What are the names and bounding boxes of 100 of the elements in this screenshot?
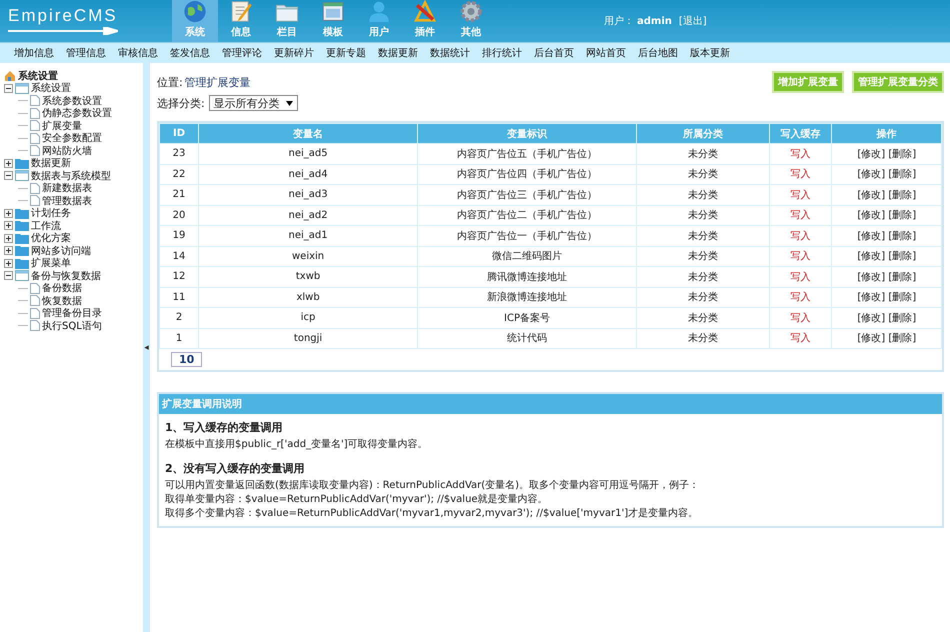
tree-item[interactable]: 备份与恢复数据 bbox=[31, 268, 101, 283]
tree-item[interactable]: 数据更新 bbox=[31, 156, 71, 170]
expand-toggle[interactable] bbox=[4, 158, 13, 168]
delete-link[interactable]: [删除] bbox=[888, 148, 916, 160]
folder-icon bbox=[15, 232, 29, 244]
expand-toggle[interactable] bbox=[4, 234, 13, 243]
table-cell: nei_ad4 bbox=[198, 164, 418, 184]
tree-item[interactable]: 数据表与系统模型 bbox=[31, 168, 111, 183]
expand-toggle[interactable] bbox=[4, 246, 13, 256]
logo: EmpireCMS bbox=[8, 6, 118, 26]
tree-item[interactable]: 系统设置 bbox=[31, 81, 71, 96]
menu-item[interactable]: 更新专题 bbox=[326, 46, 366, 60]
collapse-arrow[interactable]: ◂ bbox=[144, 342, 149, 352]
menu-item[interactable]: 后台地图 bbox=[638, 46, 678, 60]
folder-icon bbox=[15, 258, 29, 269]
help-text: 取得多个变量内容：$value=ReturnPublicAddVar('myvar1,myvar2,myvar3'); //$value['myvar1']才是变量内容。 bbox=[165, 506, 700, 520]
table-cell: 2 bbox=[160, 308, 199, 328]
breadcrumb-label: 位置: bbox=[157, 75, 183, 90]
delete-link[interactable]: [删除] bbox=[888, 333, 916, 344]
delete-link[interactable]: [删除] bbox=[888, 169, 916, 180]
menu-item[interactable]: 更新碎片 bbox=[274, 46, 314, 60]
menu-item[interactable]: 后台首页 bbox=[534, 46, 574, 60]
menu-item[interactable]: 数据更新 bbox=[378, 46, 418, 60]
tree-item[interactable]: 新建数据表 bbox=[42, 181, 92, 196]
edit-link[interactable]: [修改] bbox=[857, 333, 886, 344]
delete-link[interactable]: [删除] bbox=[888, 230, 916, 242]
page-icon bbox=[30, 308, 40, 319]
category-select[interactable]: 显示所有分类 bbox=[208, 95, 298, 111]
edit-link[interactable]: [修改] bbox=[857, 210, 886, 222]
splitter-bar[interactable]: ◂ bbox=[143, 63, 150, 632]
page-icon bbox=[30, 108, 40, 119]
page-icon bbox=[30, 132, 40, 144]
tree-item[interactable]: 执行SQL语句 bbox=[42, 318, 102, 333]
table-cell: 19 bbox=[160, 226, 199, 246]
edit-link[interactable]: [修改] bbox=[857, 251, 886, 262]
page-icon bbox=[30, 120, 40, 132]
cache-link[interactable]: 写入 bbox=[790, 169, 811, 180]
expand-toggle[interactable] bbox=[4, 271, 13, 280]
tree-item[interactable]: 管理备份目录 bbox=[42, 306, 102, 320]
table-cell: 内容页广告位二（手机广告位） bbox=[418, 205, 636, 226]
menu-item[interactable]: 版本更新 bbox=[690, 46, 730, 60]
tree-item[interactable]: 网站多访问端 bbox=[31, 244, 91, 258]
table-cell: nei_ad5 bbox=[198, 144, 418, 164]
dropdown-icon bbox=[286, 100, 293, 106]
expand-toggle[interactable] bbox=[4, 221, 13, 230]
tree-item[interactable]: 管理数据表 bbox=[42, 194, 92, 208]
cache-link[interactable]: 写入 bbox=[790, 190, 811, 201]
expand-toggle[interactable] bbox=[4, 84, 13, 93]
table-cell: nei_ad1 bbox=[198, 226, 418, 246]
tree-item[interactable]: 工作流 bbox=[31, 218, 61, 233]
delete-link[interactable]: [删除] bbox=[888, 312, 916, 324]
menu-item[interactable]: 网站首页 bbox=[586, 46, 626, 60]
menu-item[interactable]: 签发信息 bbox=[170, 46, 210, 60]
menu-item[interactable]: 排行统计 bbox=[482, 46, 522, 60]
cache-link[interactable]: 写入 bbox=[790, 272, 811, 283]
table-cell: 未分类 bbox=[636, 308, 770, 328]
expand-toggle[interactable] bbox=[4, 171, 13, 180]
cache-link[interactable]: 写入 bbox=[790, 251, 811, 262]
tree-item[interactable]: 系统参数设置 bbox=[42, 94, 102, 108]
edit-link[interactable]: [修改] bbox=[857, 169, 886, 180]
expand-toggle[interactable] bbox=[4, 208, 13, 218]
edit-link[interactable]: [修改] bbox=[857, 272, 886, 283]
menu-item[interactable]: 增加信息 bbox=[14, 46, 54, 60]
page-icon bbox=[30, 195, 40, 206]
delete-link[interactable]: [删除] bbox=[888, 272, 916, 283]
tree-item[interactable]: 扩展菜单 bbox=[31, 256, 71, 270]
cache-link[interactable]: 写入 bbox=[790, 148, 811, 160]
tree-item[interactable]: 备份数据 bbox=[42, 281, 82, 296]
delete-link[interactable]: [删除] bbox=[888, 292, 916, 304]
cache-link[interactable]: 写入 bbox=[790, 230, 811, 242]
menu-item[interactable]: 管理评论 bbox=[222, 46, 262, 60]
delete-link[interactable]: [删除] bbox=[888, 210, 916, 222]
menu-item[interactable]: 审核信息 bbox=[118, 46, 158, 60]
table-cell: nei_ad2 bbox=[198, 205, 418, 226]
edit-link[interactable]: [修改] bbox=[857, 148, 886, 160]
tree-item[interactable]: 恢复数据 bbox=[42, 294, 82, 308]
tree-item[interactable]: 网站防火墙 bbox=[42, 144, 92, 158]
expand-toggle[interactable] bbox=[4, 258, 13, 268]
table-cell: 未分类 bbox=[636, 266, 770, 287]
window-icon bbox=[15, 170, 29, 182]
cache-link[interactable]: 写入 bbox=[790, 333, 811, 344]
tree-item[interactable]: 计划任务 bbox=[31, 206, 71, 220]
edit-link[interactable]: [修改] bbox=[857, 312, 886, 324]
tree-item[interactable]: 伪静态参数设置 bbox=[42, 106, 112, 120]
table-cell: 1 bbox=[160, 328, 199, 348]
menu-item[interactable]: 管理信息 bbox=[66, 46, 106, 60]
tree-item[interactable]: 扩展变量 bbox=[42, 118, 82, 133]
delete-link[interactable]: [删除] bbox=[888, 190, 916, 201]
edit-link[interactable]: [修改] bbox=[857, 292, 886, 304]
tree-item[interactable]: 安全参数配置 bbox=[42, 131, 102, 146]
edit-link[interactable]: [修改] bbox=[857, 190, 886, 201]
edit-link[interactable]: [修改] bbox=[857, 230, 886, 242]
delete-link[interactable]: [删除] bbox=[888, 251, 916, 262]
menu-item[interactable]: 数据统计 bbox=[430, 46, 470, 60]
table-cell: xlwb bbox=[198, 287, 418, 308]
cache-link[interactable]: 写入 bbox=[790, 292, 811, 304]
cache-link[interactable]: 写入 bbox=[790, 210, 811, 222]
tree-item[interactable]: 优化方案 bbox=[31, 231, 71, 246]
cache-link[interactable]: 写入 bbox=[790, 312, 811, 324]
breadcrumb-link[interactable]: 管理扩展变量 bbox=[184, 75, 251, 90]
